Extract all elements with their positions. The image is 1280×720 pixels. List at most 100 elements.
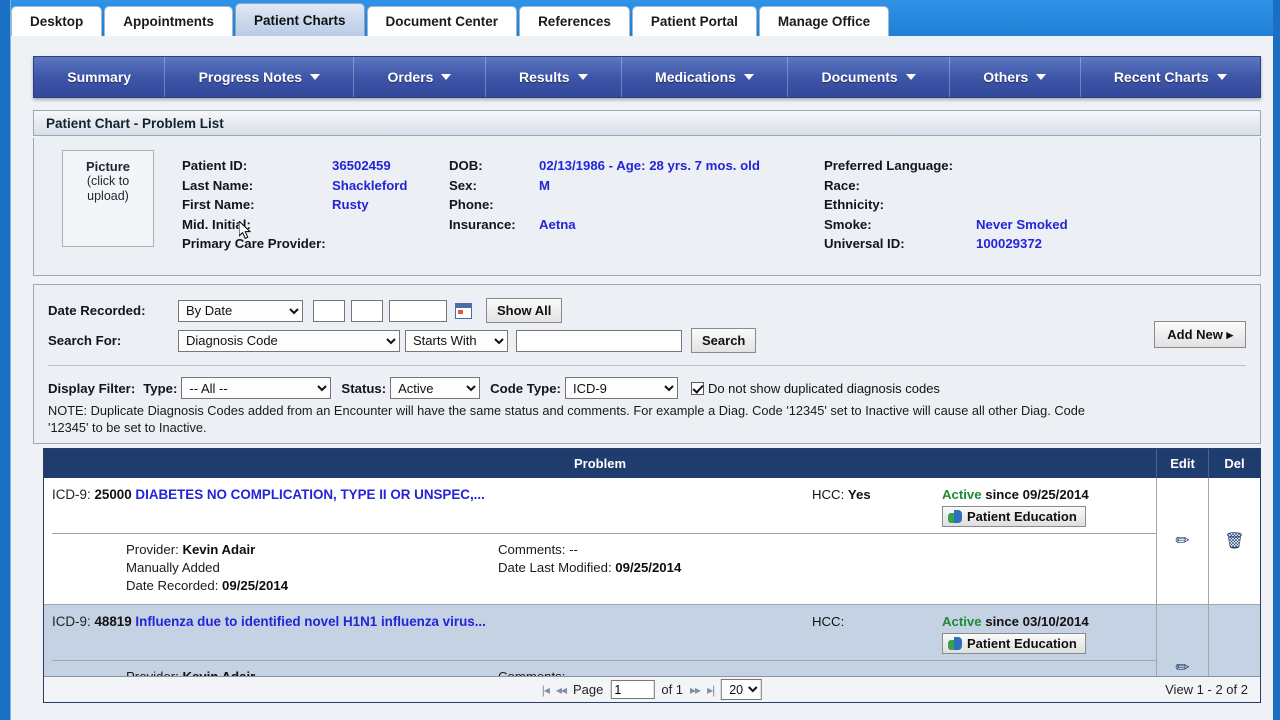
nav-label: Documents [821, 69, 898, 85]
field-sex: Sex: M [449, 176, 849, 196]
source-line: Manually Added [126, 559, 498, 577]
display-filter-label: Display Filter: [48, 380, 136, 396]
code-type-text: ICD-9: [52, 487, 91, 502]
field-ethnicity: Ethnicity: [824, 195, 1224, 215]
last-page-button[interactable]: ▸| [707, 683, 715, 697]
tab-label: References [538, 14, 611, 29]
nav-label: Medications [655, 69, 736, 85]
search-input[interactable] [516, 329, 682, 352]
date-recorded-label: Date Recorded: [126, 578, 219, 593]
provider-label: Provider: [126, 542, 179, 557]
field-middle-initial: Mid. Initial: [182, 215, 462, 235]
row-summary: ICD-9: 25000 DIABETES NO COMPLICATION, T… [44, 478, 1156, 533]
field-last-name: Last Name: Shackleford [182, 176, 462, 196]
chart-navigation-bar: Summary Progress Notes Orders Results Me… [33, 56, 1261, 98]
first-page-button[interactable]: |◂ [542, 683, 550, 697]
code-description[interactable]: DIABETES NO COMPLICATION, TYPE II OR UNS… [135, 487, 484, 502]
date-recorded-line: Date Recorded: 09/25/2014 [126, 577, 498, 595]
type-select[interactable]: -- All -- [181, 377, 332, 399]
type-label: Type: [143, 380, 178, 396]
nav-item-medications[interactable]: Medications [622, 57, 789, 97]
nav-item-progress-notes[interactable]: Progress Notes [165, 57, 355, 97]
comments-line: Comments: -- [498, 541, 1156, 559]
add-new-button[interactable]: Add New ▸ [1154, 321, 1246, 348]
field-value[interactable]: 100029372 [976, 236, 1042, 251]
field-label: Mid. Initial: [182, 216, 251, 232]
date-day-input[interactable] [351, 299, 383, 322]
field-dob: DOB: 02/13/1986 - Age: 28 yrs. 7 mos. old [449, 156, 849, 176]
date-mode-select[interactable]: By Date [178, 299, 303, 322]
code-number: 48819 [94, 614, 132, 629]
code-type-label: Code Type: [490, 380, 561, 396]
duplicate-note: NOTE: Duplicate Diagnosis Codes added fr… [48, 402, 1244, 436]
main-tabstrip: Desktop Appointments Patient Charts Docu… [11, 3, 891, 36]
display-filter-row: Display Filter: Type: -- All -- Status: … [48, 377, 940, 399]
page-number-input[interactable] [610, 680, 655, 699]
next-page-button[interactable]: ▸▸ [690, 683, 701, 697]
field-label: Race: [824, 177, 860, 193]
tab-document-center[interactable]: Document Center [366, 6, 518, 36]
nav-item-recent-charts[interactable]: Recent Charts [1081, 57, 1260, 97]
field-insurance: Insurance: Aetna [449, 215, 849, 235]
field-value[interactable]: Shackleford [332, 178, 408, 193]
trash-icon[interactable]: 🗑 [1224, 531, 1244, 551]
prev-page-button[interactable]: ◂◂ [556, 683, 567, 697]
field-value[interactable]: Never Smoked [976, 217, 1068, 232]
field-value[interactable]: 36502459 [332, 158, 391, 173]
status-since: since 03/10/2014 [985, 614, 1089, 629]
field-value[interactable]: M [539, 178, 550, 193]
rows-per-page-select[interactable]: 20 [721, 679, 763, 700]
patient-education-button[interactable]: Patient Education [942, 633, 1086, 654]
status-cell: Active since 03/10/2014 Patient Educatio… [942, 614, 1156, 654]
nav-item-results[interactable]: Results [486, 57, 622, 97]
status-select[interactable]: Active [390, 377, 481, 399]
field-value[interactable]: Rusty [332, 197, 369, 212]
photo-label-line1: Picture [85, 159, 131, 174]
chevron-down-icon [441, 74, 452, 80]
nav-item-summary[interactable]: Summary [34, 57, 166, 97]
tab-manage-office[interactable]: Manage Office [758, 6, 890, 36]
field-universal-id: Universal ID: 100029372 [824, 234, 1224, 254]
show-all-button[interactable]: Show All [486, 298, 563, 323]
tab-label: Patient Portal [650, 14, 738, 29]
match-mode-select[interactable]: Starts With [405, 329, 508, 352]
problem-code-cell[interactable]: ICD-9: 48819 Influenza due to identified… [52, 614, 812, 629]
hcc-value: Yes [847, 487, 871, 502]
nav-item-documents[interactable]: Documents [788, 57, 950, 97]
pencil-icon[interactable]: ✏ [1175, 531, 1189, 551]
patient-photo-upload[interactable]: Picture (click to upload) [62, 150, 154, 247]
code-description[interactable]: Influenza due to identified novel H1N1 i… [135, 614, 485, 629]
column-header-del: Del [1208, 449, 1260, 478]
dedupe-checkbox[interactable] [690, 381, 704, 395]
status-text: Active [942, 614, 982, 629]
search-filter-panel: Date Recorded: By Date Show All Search F… [33, 284, 1261, 444]
nav-item-others[interactable]: Others [950, 57, 1081, 97]
code-type-select[interactable]: ICD-9 [564, 377, 678, 399]
tab-patient-charts[interactable]: Patient Charts [235, 3, 365, 36]
search-button[interactable]: Search [691, 328, 757, 353]
search-field-select[interactable]: Diagnosis Code [178, 329, 400, 352]
edit-cell[interactable]: ✏ [1156, 478, 1208, 604]
patient-education-button[interactable]: Patient Education [942, 506, 1086, 527]
field-value[interactable]: Aetna [539, 217, 576, 232]
tab-references[interactable]: References [519, 6, 630, 36]
delete-cell[interactable]: 🗑 [1208, 478, 1260, 604]
chevron-down-icon [1216, 74, 1227, 80]
photo-label-line2: (click to [86, 174, 130, 188]
tab-patient-portal[interactable]: Patient Portal [631, 6, 757, 36]
code-type-text: ICD-9: [52, 614, 91, 629]
date-modified-label: Date Last Modified: [498, 560, 612, 575]
status-label: Status: [341, 380, 387, 396]
date-year-input[interactable] [389, 299, 447, 322]
nav-item-orders[interactable]: Orders [354, 57, 486, 97]
date-month-input[interactable] [313, 299, 345, 322]
problem-code-cell[interactable]: ICD-9: 25000 DIABETES NO COMPLICATION, T… [52, 487, 812, 502]
calendar-icon[interactable] [455, 302, 472, 319]
nav-label: Results [518, 69, 570, 85]
tab-appointments[interactable]: Appointments [104, 6, 234, 36]
field-label: DOB: [449, 158, 483, 174]
tab-desktop[interactable]: Desktop [11, 6, 103, 36]
pencil-icon[interactable]: ✏ [1175, 658, 1189, 678]
field-value[interactable]: 02/13/1986 - Age: 28 yrs. 7 mos. old [539, 158, 760, 173]
field-race: Race: [824, 176, 1224, 196]
